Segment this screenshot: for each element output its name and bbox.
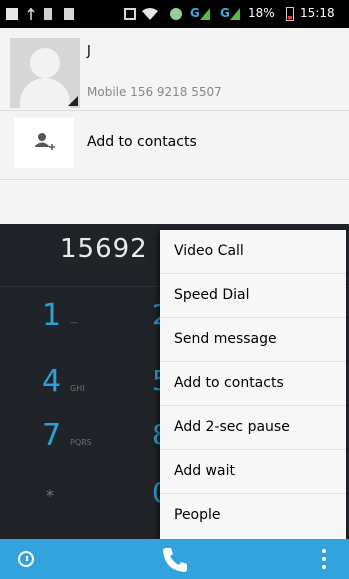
menu-item-add-to-contacts[interactable]: Add to contacts <box>160 362 346 406</box>
vibrate-icon <box>124 8 136 20</box>
usb-icon <box>26 7 36 20</box>
dial-key-7-sub: PQRS <box>70 438 92 447</box>
menu-item-label: People <box>174 507 221 523</box>
clock: 15:18 <box>300 6 335 20</box>
image-icon <box>64 8 74 20</box>
contact-name: J <box>87 44 91 59</box>
signal-icon-1 <box>200 8 210 20</box>
menu-item-label: Speed Dial <box>174 287 250 303</box>
dial-key-1[interactable]: 1 <box>42 298 61 333</box>
divider <box>0 179 349 180</box>
menu-item-add-2-sec-pause[interactable]: Add 2-sec pause <box>160 406 346 450</box>
phone-icon <box>163 548 187 572</box>
menu-item-send-message[interactable]: Send message <box>160 318 346 362</box>
wifi-icon <box>142 8 158 20</box>
menu-item-label: Video Call <box>174 243 244 259</box>
menu-item-speed-dial[interactable]: Speed Dial <box>160 274 346 318</box>
status-bar: G G 18% 15:18 <box>0 0 349 28</box>
menu-item-label: Add to contacts <box>174 375 284 391</box>
overflow-menu: Video Call Speed Dial Send message Add t… <box>160 230 346 539</box>
divider <box>0 110 349 111</box>
dialed-number[interactable]: 15692 <box>60 234 148 264</box>
signal-icon-2 <box>230 8 240 20</box>
quick-contact-badge-icon <box>68 96 78 106</box>
menu-item-video-call[interactable]: Video Call <box>160 230 346 274</box>
contact-card: J Mobile 156 9218 5507 Add to contacts <box>0 28 349 224</box>
bottom-action-bar <box>0 539 349 579</box>
menu-item-label: Add wait <box>174 463 235 479</box>
dial-key-7[interactable]: 7 <box>42 418 61 453</box>
more-options-icon[interactable] <box>322 549 326 569</box>
dial-key-4-sub: GHI <box>70 384 85 393</box>
add-to-contacts-row[interactable]: Add to contacts <box>0 112 349 170</box>
dial-key-4[interactable]: 4 <box>42 364 61 399</box>
menu-item-label: Send message <box>174 331 277 347</box>
battery-percent: 18% <box>248 6 275 20</box>
call-button[interactable] <box>160 545 190 579</box>
add-contact-icon-box <box>14 118 74 168</box>
network-type-1: G <box>190 6 200 20</box>
contact-number: Mobile 156 9218 5507 <box>87 85 222 99</box>
avatar[interactable] <box>10 38 80 108</box>
battery-icon <box>286 7 294 21</box>
notification-icon <box>6 8 18 20</box>
menu-item-label: Add 2-sec pause <box>174 419 290 435</box>
avatar-body-icon <box>20 78 70 108</box>
add-to-contacts-label: Add to contacts <box>87 134 197 150</box>
alarm-icon <box>170 8 182 20</box>
sd-card-icon <box>44 8 52 20</box>
add-contact-icon <box>35 133 55 150</box>
menu-item-add-wait[interactable]: Add wait <box>160 450 346 494</box>
network-type-2: G <box>220 6 230 20</box>
dial-key-star[interactable]: * <box>46 486 54 505</box>
call-history-icon[interactable] <box>18 551 34 567</box>
menu-item-people[interactable]: People <box>160 494 346 538</box>
avatar-head-icon <box>30 48 60 78</box>
dial-key-1-sub: — <box>70 318 78 327</box>
